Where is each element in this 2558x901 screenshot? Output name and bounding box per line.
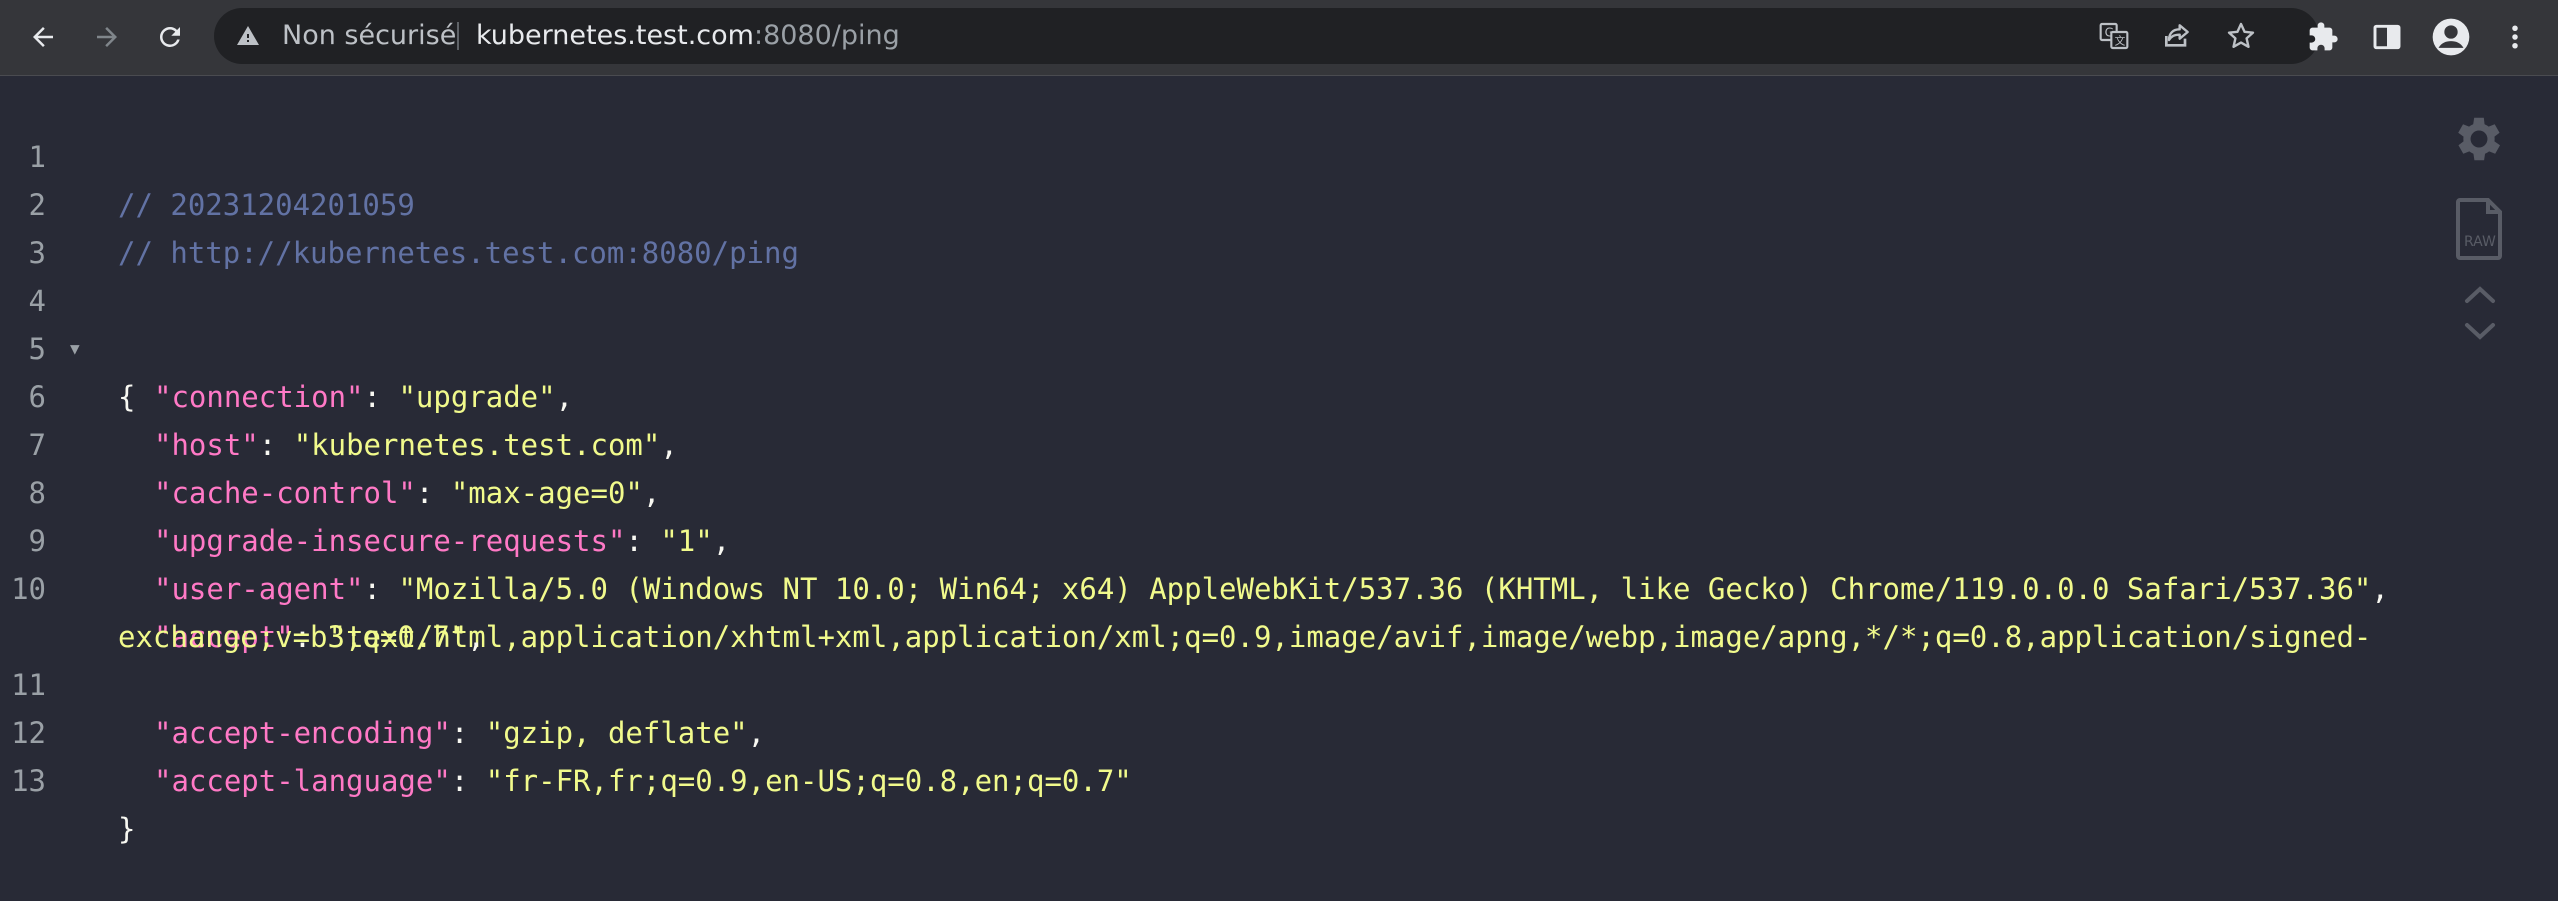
json-key: "upgrade-insecure-requests" bbox=[154, 524, 626, 558]
code-line: 1 // 20231204201059 bbox=[0, 85, 415, 222]
json-value: "fr-FR,fr;q=0.9,en-US;q=0.8,en;q=0.7" bbox=[485, 764, 1132, 798]
back-button[interactable] bbox=[16, 10, 70, 64]
json-key: "accept-encoding" bbox=[154, 716, 451, 750]
json-value: "upgrade" bbox=[398, 380, 556, 414]
json-entry-continuation: exchange;v=b3;q=0.7", bbox=[118, 620, 485, 654]
address-bar[interactable]: Non sécurisé kubernetes.test.com:8080/pi… bbox=[214, 8, 2319, 64]
expand-chevron-icon[interactable] bbox=[2462, 320, 2498, 344]
url-comment: // http://kubernetes.test.com:8080/ping bbox=[118, 236, 799, 270]
svg-text:文: 文 bbox=[2115, 35, 2126, 48]
json-entry: 6 "host": "kubernetes.test.com", bbox=[0, 325, 678, 462]
menu-icon bbox=[2512, 25, 2518, 49]
json-value: "max-age=0" bbox=[450, 476, 643, 510]
code-line: 2 // http://kubernetes.test.com:8080/pin… bbox=[0, 133, 799, 270]
warning-icon[interactable] bbox=[236, 24, 260, 52]
address-separator bbox=[457, 22, 459, 50]
json-value: "gzip, deflate" bbox=[485, 716, 748, 750]
forward-arrow-icon bbox=[97, 27, 117, 47]
json-entry: 7 "cache-control": "max-age=0", bbox=[0, 373, 661, 510]
json-viewer: 1 // 20231204201059 2 // http://kubernet… bbox=[0, 76, 2558, 846]
json-key: "user-agent" bbox=[154, 572, 364, 606]
url-text[interactable]: kubernetes.test.com:8080/ping bbox=[476, 8, 900, 64]
extensions-button[interactable] bbox=[2296, 10, 2350, 64]
side-panel-button[interactable] bbox=[2360, 10, 2414, 64]
raw-file-icon[interactable]: RAW bbox=[2450, 194, 2510, 264]
json-entry: 10 "accept": "text/html,application/xhtm… bbox=[0, 517, 2371, 654]
settings-gear-icon[interactable] bbox=[2448, 108, 2510, 170]
reload-button[interactable] bbox=[143, 10, 197, 64]
code-line: 3 bbox=[0, 181, 70, 270]
line-number: 13 bbox=[11, 764, 46, 798]
json-entry: 9 "user-agent": "Mozilla/5.0 (Windows NT… bbox=[0, 469, 2389, 606]
back-arrow-icon bbox=[33, 27, 53, 47]
reload-icon bbox=[159, 26, 180, 47]
security-status-label[interactable]: Non sécurisé bbox=[282, 8, 456, 64]
browser-menu-button[interactable] bbox=[2488, 10, 2542, 64]
open-brace: { bbox=[118, 380, 136, 414]
json-value: "text/html,application/xhtml+xml,applica… bbox=[328, 620, 2372, 654]
json-entry: 11 "accept-encoding": "gzip, deflate", bbox=[0, 613, 765, 750]
json-entry: 5 "connection": "upgrade", bbox=[0, 277, 574, 414]
json-key: "accept-language" bbox=[154, 764, 451, 798]
json-key: "connection" bbox=[154, 380, 364, 414]
code-line: 13 } bbox=[0, 709, 135, 846]
url-path: :8080/ping bbox=[753, 20, 900, 51]
forward-button[interactable] bbox=[80, 10, 134, 64]
json-entry: 12 "accept-language": "fr-FR,fr;q=0.9,en… bbox=[0, 661, 1132, 798]
share-icon[interactable] bbox=[2159, 18, 2195, 54]
json-key: "cache-control" bbox=[154, 476, 416, 510]
bookmark-star-icon[interactable] bbox=[2223, 18, 2259, 54]
svg-text:RAW: RAW bbox=[2464, 234, 2496, 250]
profile-button[interactable] bbox=[2424, 10, 2478, 64]
extensions-icon bbox=[2309, 22, 2338, 51]
code-line: 4 ▼ { bbox=[0, 229, 136, 414]
fold-toggle-icon[interactable]: ▼ bbox=[70, 325, 80, 373]
json-value-continuation: exchange;v=b3;q=0.7" bbox=[118, 620, 468, 654]
json-value: "kubernetes.test.com" bbox=[293, 428, 661, 462]
browser-toolbar: Non sécurisé kubernetes.test.com:8080/pi… bbox=[0, 0, 2558, 76]
profile-icon bbox=[2432, 18, 2470, 56]
translate-icon[interactable]: G 文 bbox=[2096, 18, 2132, 54]
json-key: "host" bbox=[154, 428, 259, 462]
timestamp-comment: // 20231204201059 bbox=[118, 188, 415, 222]
json-entry: 8 "upgrade-insecure-requests": "1", bbox=[0, 421, 731, 558]
collapse-chevron-icon[interactable] bbox=[2462, 282, 2498, 306]
json-value: "1" bbox=[660, 524, 713, 558]
url-host: kubernetes.test.com bbox=[476, 20, 754, 51]
side-panel-icon bbox=[2373, 24, 2401, 50]
json-value: "Mozilla/5.0 (Windows NT 10.0; Win64; x6… bbox=[398, 572, 2372, 606]
